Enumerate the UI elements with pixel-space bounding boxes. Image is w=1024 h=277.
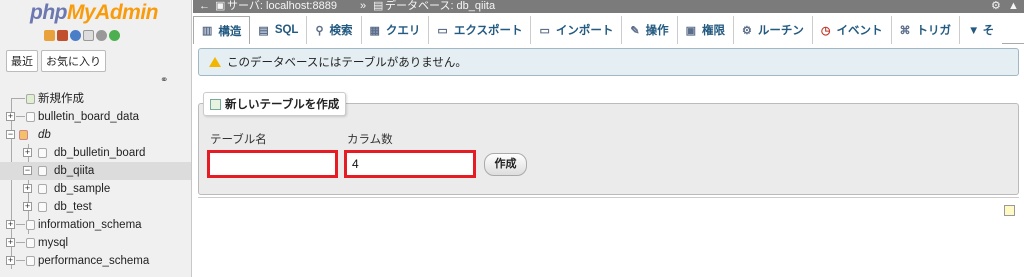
logout-icon[interactable] [57, 30, 68, 41]
tree-item-information-schema[interactable]: + information_schema [0, 216, 191, 234]
tree-item-db-sample[interactable]: + db_sample [0, 180, 191, 198]
routines-icon: ⚙ [742, 24, 752, 37]
new-table-icon [210, 98, 221, 110]
tab-search[interactable]: ⚲ 検索 [307, 16, 362, 44]
warning-icon [209, 57, 221, 67]
tab-routines[interactable]: ⚙ ルーチン [734, 16, 813, 44]
structure-icon: ▥ [202, 25, 213, 37]
database-tabs: ▥ 構造 ▤ SQL ⚲ 検索 ▦ クエリ ▭ エクスポート ▭ インポート ✎ 操作 ▣ 権限… [193, 16, 1024, 44]
expand-icon[interactable]: + [23, 148, 32, 157]
tree-item-performance-schema[interactable]: + performance_schema [0, 252, 191, 270]
server-icon: ▣ [215, 0, 226, 12]
create-table-legend: 新しいテーブルを作成 [203, 92, 347, 116]
quick-links [44, 30, 120, 41]
column-count-label: カラム数 [347, 134, 393, 146]
export-icon: ▭ [437, 24, 448, 37]
database-icon [26, 112, 35, 122]
console-icon[interactable] [1004, 205, 1015, 216]
tree-item-db[interactable]: − db [0, 126, 191, 144]
tab-triggers[interactable]: ⌘ トリガ [891, 16, 960, 44]
breadcrumb-database[interactable]: データベース: db_qiita [385, 0, 495, 13]
database-icon [26, 238, 35, 248]
tab-events[interactable]: ◷ イベント [812, 16, 892, 44]
collapse-icon[interactable]: − [23, 166, 32, 175]
breadcrumb-separator: » [360, 0, 367, 12]
settings-icon[interactable]: ⚙ [991, 0, 1001, 13]
database-icon [38, 166, 47, 176]
import-icon: ▭ [539, 24, 550, 37]
database-icon [38, 184, 47, 194]
tree-item-bulletin-board-data[interactable]: + bulletin_board_data [0, 108, 191, 126]
tab-structure[interactable]: ▥ 構造 [193, 16, 251, 44]
divider [198, 197, 1019, 198]
phpmyadmin-logo[interactable]: phpMyAdmin [30, 1, 158, 25]
expand-icon[interactable]: + [23, 202, 32, 211]
database-tree: 新規作成 + bulletin_board_data − db + db_bul… [0, 90, 191, 270]
database-icon: ▤ [373, 0, 384, 12]
expand-icon[interactable]: + [23, 184, 32, 193]
collapse-icon[interactable]: − [6, 130, 15, 139]
expand-icon[interactable]: + [6, 256, 15, 265]
favorites-tab[interactable]: お気に入り [41, 50, 106, 72]
expand-icon[interactable]: + [6, 220, 15, 229]
tab-import[interactable]: ▭ インポート [531, 16, 623, 44]
notice-text: このデータベースにはテーブルがありません。 [227, 57, 467, 69]
tab-sql[interactable]: ▤ SQL [250, 16, 308, 44]
table-name-input[interactable] [207, 150, 338, 178]
database-icon [26, 220, 35, 230]
tree-item-db-test[interactable]: + db_test [0, 198, 191, 216]
tree-item-new[interactable]: 新規作成 [0, 90, 191, 108]
breadcrumb-server[interactable]: サーバ: localhost:8889 [227, 0, 337, 13]
tab-operations[interactable]: ✎ 操作 [622, 16, 678, 44]
column-count-input[interactable]: 4 [344, 150, 476, 178]
table-name-label: テーブル名 [210, 134, 267, 146]
tree-item-db-qiita[interactable]: − db_qiita [0, 162, 191, 180]
query-icon: ▦ [369, 24, 380, 37]
tab-privileges[interactable]: ▣ 権限 [677, 16, 735, 44]
tree-item-db-bulletin-board[interactable]: + db_bulletin_board [0, 144, 191, 234]
docs-icon[interactable] [83, 30, 94, 41]
navigation-sidebar: phpMyAdmin 最近 お気に入り ⚭ 新規作成 + bulletin_bo… [0, 0, 192, 277]
tab-query[interactable]: ▦ クエリ [361, 16, 430, 44]
help-icon[interactable] [70, 30, 81, 41]
operations-icon: ✎ [630, 24, 640, 37]
privileges-icon: ▣ [685, 24, 697, 37]
search-icon: ⚲ [315, 24, 324, 37]
create-button[interactable]: 作成 [484, 153, 527, 176]
events-icon: ◷ [820, 24, 831, 37]
home-icon[interactable] [44, 30, 55, 41]
breadcrumb: ← ▣ サーバ: localhost:8889 » ▤ データベース: db_q… [193, 0, 1024, 13]
back-arrow-icon[interactable]: ← [199, 0, 210, 13]
no-tables-notice: このデータベースにはテーブルがありません。 [198, 48, 1019, 76]
sql-icon: ▤ [258, 24, 269, 37]
triggers-icon: ⌘ [899, 24, 911, 37]
recent-tab[interactable]: 最近 [6, 50, 38, 72]
database-icon [26, 256, 35, 266]
new-db-icon [26, 94, 35, 104]
tab-export[interactable]: ▭ エクスポート [429, 16, 532, 44]
tab-more[interactable]: ▼ そ [960, 16, 1003, 44]
collapse-icon[interactable]: ▲ [1008, 0, 1019, 13]
database-icon [38, 202, 47, 212]
link-icon[interactable]: ⚭ [160, 75, 168, 86]
tree-item-mysql[interactable]: + mysql [0, 234, 191, 252]
expand-icon[interactable]: + [6, 238, 15, 247]
create-table-fieldset [198, 103, 1019, 195]
database-icon [38, 148, 47, 158]
database-open-icon [19, 130, 28, 140]
expand-icon[interactable]: + [6, 112, 15, 121]
settings-icon[interactable] [96, 30, 107, 41]
reload-icon[interactable] [109, 30, 120, 41]
